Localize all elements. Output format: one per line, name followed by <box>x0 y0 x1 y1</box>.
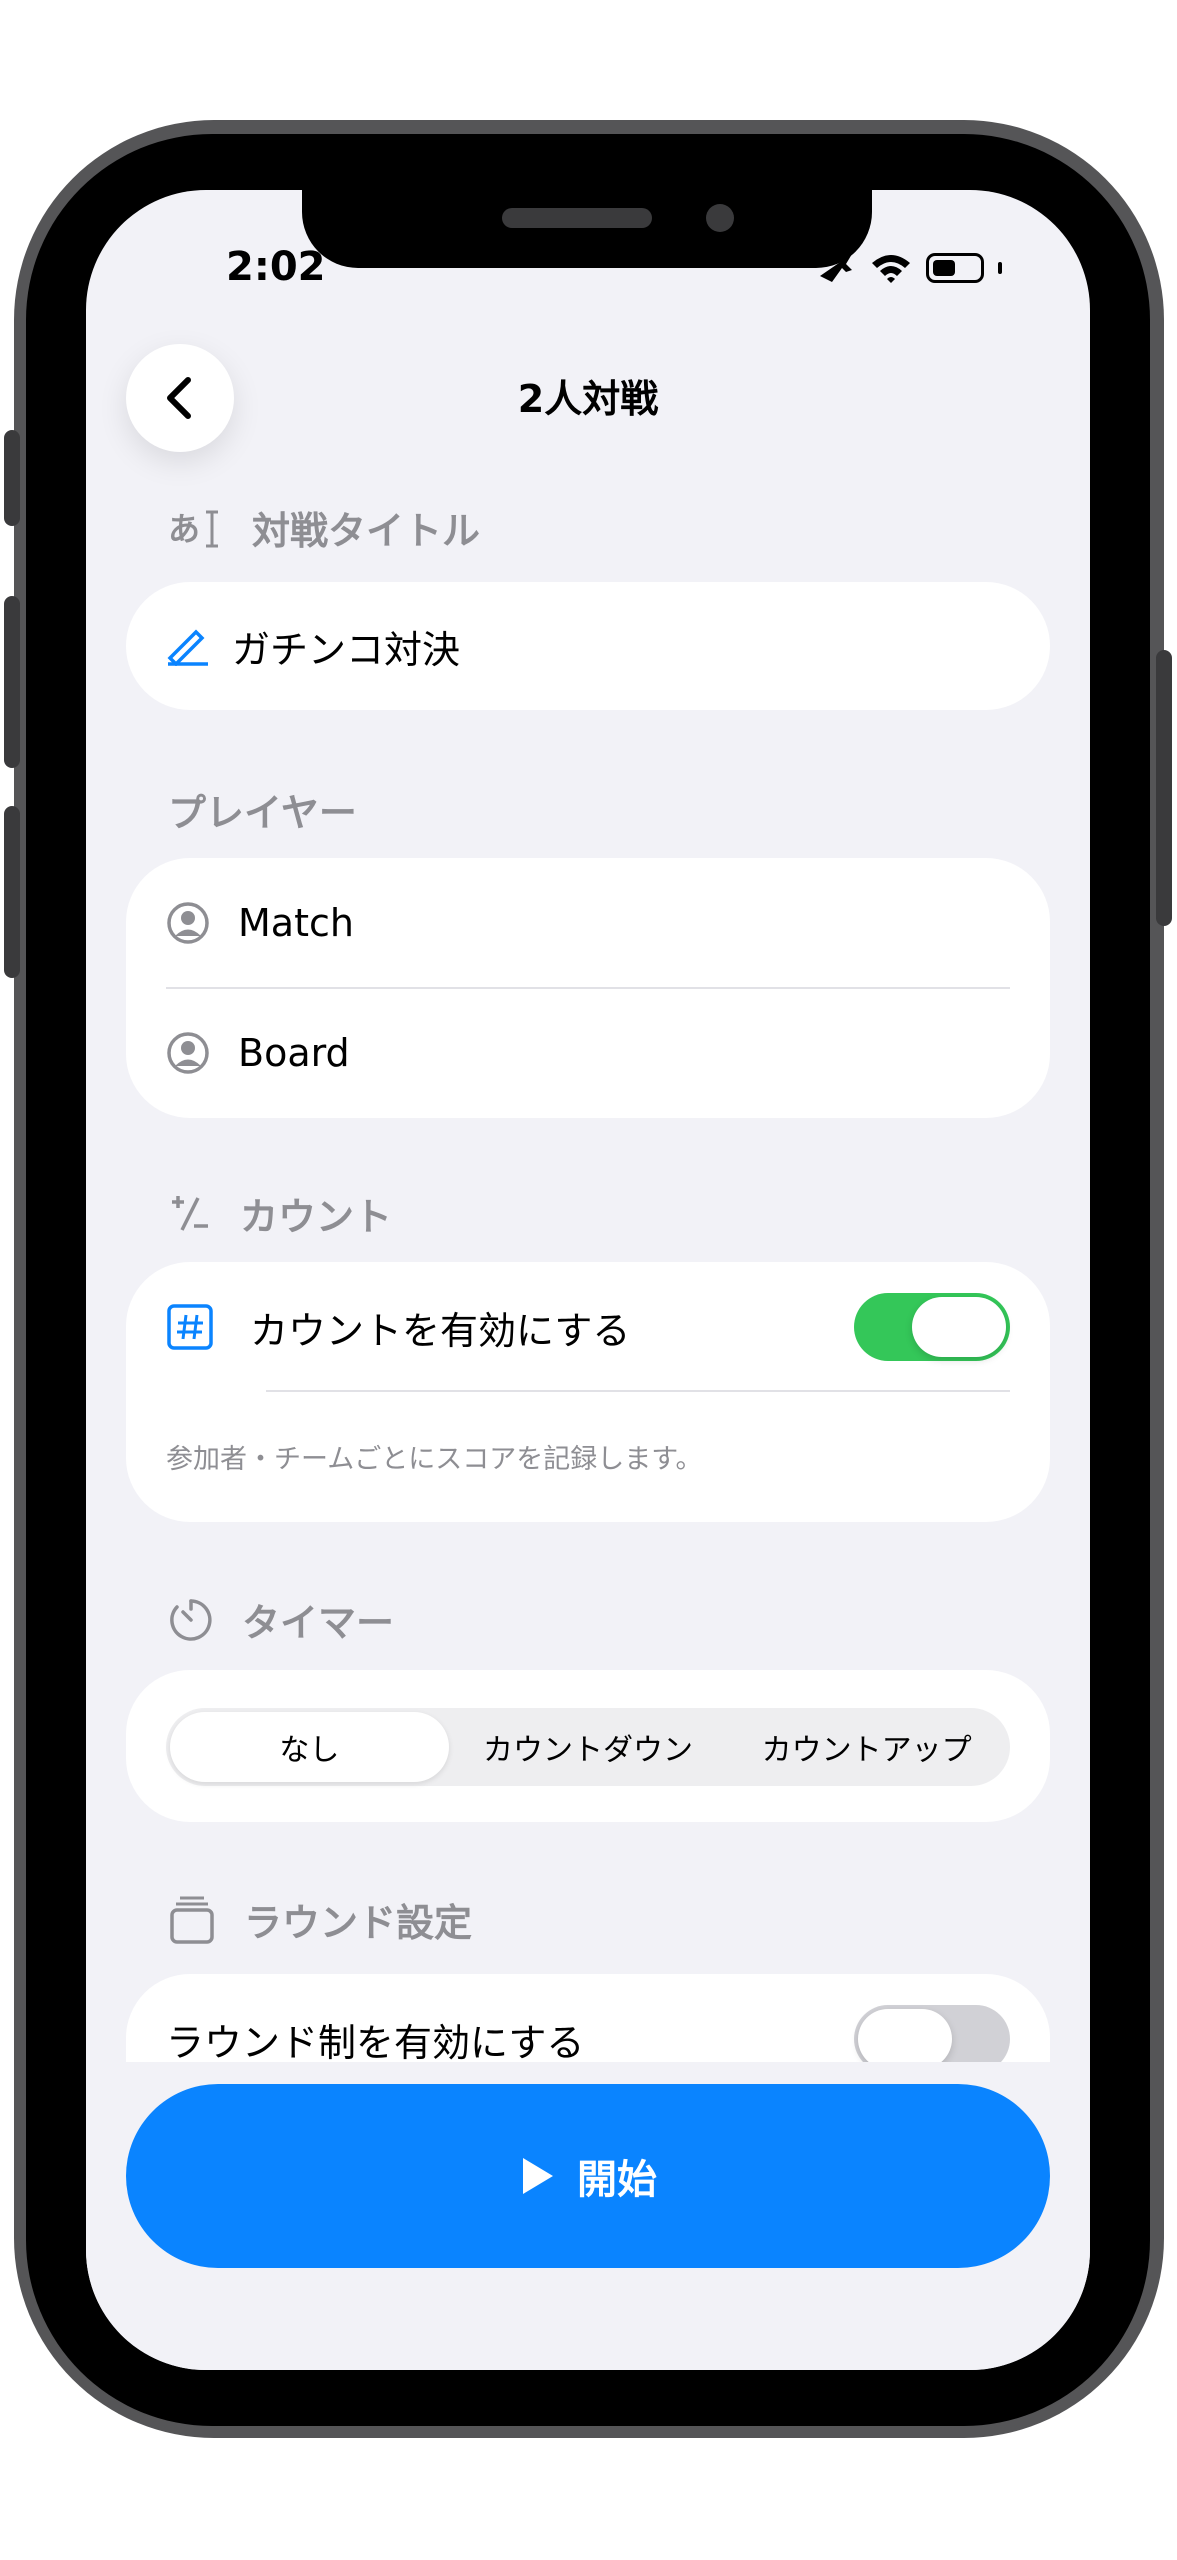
title-input-row[interactable]: ガチンコ対決 <box>166 582 1010 710</box>
timer-icon <box>170 1598 212 1641</box>
count-toggle-label: カウントを有効にする <box>250 1308 631 1353</box>
front-camera <box>706 204 734 232</box>
toggle-knob <box>858 2009 952 2069</box>
timer-segmented-control[interactable]: なし カウントダウン カウントアップ <box>166 1708 1010 1786</box>
power-button <box>1156 650 1172 926</box>
person-circle-icon <box>167 902 209 944</box>
player-row[interactable]: Board <box>166 988 1010 1118</box>
section-count-text: カウント <box>240 1195 393 1239</box>
text-input-icon: あ <box>168 510 218 548</box>
stack-icon <box>170 1896 214 1944</box>
player-name[interactable]: Match <box>238 901 354 945</box>
volume-up-button <box>4 596 20 768</box>
start-button-label: 開始 <box>577 2157 657 2203</box>
count-description: 参加者・チームごとにスコアを記録します。 <box>166 1444 703 1475</box>
player-row[interactable]: Match <box>166 858 1010 988</box>
speaker-grille <box>502 208 652 228</box>
section-label-title: あ 対戦タイトル <box>168 500 480 555</box>
status-time: 2:02 <box>226 244 326 290</box>
timer-card: なし カウントダウン カウントアップ <box>126 1670 1050 1822</box>
count-card: カウントを有効にする 参加者・チームごとにスコアを記録します。 <box>126 1262 1050 1522</box>
wifi-icon <box>872 255 910 283</box>
notch <box>302 190 872 268</box>
person-circle-icon <box>167 1032 209 1074</box>
svg-text:あ: あ <box>168 510 200 548</box>
timer-option-none[interactable]: なし <box>170 1712 449 1782</box>
section-round-text: ラウンド設定 <box>244 1901 473 1945</box>
section-label-count: カウント <box>168 1186 392 1241</box>
number-sign-icon <box>167 1304 213 1350</box>
plus-minus-icon <box>172 1195 208 1231</box>
divider <box>266 1390 1010 1392</box>
timer-option-countdown[interactable]: カウントダウン <box>449 1712 728 1782</box>
player-name[interactable]: Board <box>238 1031 350 1075</box>
players-card: Match Board <box>126 858 1050 1118</box>
section-title-text: 対戦タイトル <box>252 509 481 553</box>
pencil-icon <box>167 629 208 666</box>
toggle-knob <box>912 1297 1006 1357</box>
start-button[interactable]: 開始 <box>126 2084 1050 2268</box>
section-players-text: プレイヤー <box>168 791 357 835</box>
section-timer-text: タイマー <box>242 1601 395 1645</box>
play-icon <box>523 2158 553 2194</box>
app-screen: 2:02 2人対戦 あ 対戦タイトル ガチンコ対決 プレイヤー Match Bo… <box>86 190 1090 2370</box>
battery-icon <box>926 253 984 283</box>
section-label-round: ラウンド設定 <box>168 1892 472 1947</box>
title-input-card[interactable]: ガチンコ対決 <box>126 582 1050 710</box>
section-label-timer: タイマー <box>168 1592 394 1647</box>
mute-switch <box>4 430 20 526</box>
title-input-field[interactable]: ガチンコ対決 <box>232 619 460 674</box>
count-toggle-switch[interactable] <box>854 1293 1010 1361</box>
volume-down-button <box>4 806 20 978</box>
timer-option-countup[interactable]: カウントアップ <box>727 1712 1006 1782</box>
page-title: 2人対戦 <box>517 377 659 421</box>
section-label-players: プレイヤー <box>168 782 357 837</box>
round-toggle-label: ラウンド制を有効にする <box>166 2020 585 2065</box>
battery-tip <box>998 262 1002 274</box>
